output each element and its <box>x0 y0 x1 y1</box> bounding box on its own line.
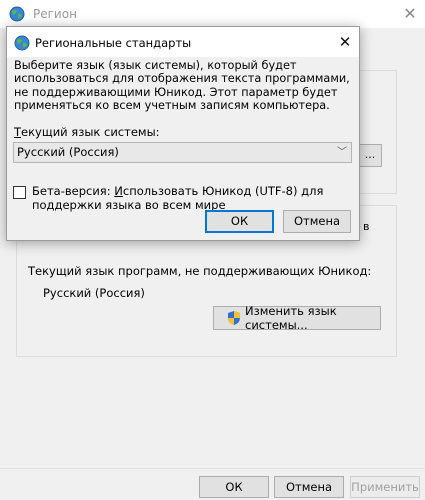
dialog-description: Выберите язык (язык системы), который бу… <box>14 59 350 113</box>
utf8-beta-label-part1: Бета-версия: <box>32 184 115 198</box>
dialog-title: Региональные стандарты <box>35 36 192 50</box>
region-window-close-icon[interactable]: ✕ <box>396 2 424 26</box>
uac-shield-icon <box>228 311 240 325</box>
globe-icon <box>9 6 25 22</box>
region-footer-divider <box>0 468 425 469</box>
chevron-down-icon: ﹀ <box>337 147 347 158</box>
regional-settings-dialog: Региональные стандарты ✕ Выберите язык (… <box>6 26 360 241</box>
dialog-titlebar: Региональные стандарты ✕ <box>7 27 359 57</box>
globe-icon <box>14 35 30 51</box>
region-window-titlebar: Регион ✕ <box>0 0 425 28</box>
system-locale-label-text: екущий язык системы: <box>21 125 160 139</box>
change-system-locale-button[interactable]: Изменить язык системы... <box>213 304 381 332</box>
dialog-cancel-button[interactable]: Отмена <box>283 210 351 233</box>
system-locale-selected-value: Русский (Россия) <box>17 145 119 159</box>
region-cancel-button[interactable]: Отмена <box>274 476 344 498</box>
utf8-beta-checkbox[interactable] <box>13 186 26 199</box>
region-apply-button[interactable]: Применить <box>350 476 420 498</box>
region-panel-partial-text: в <box>363 220 370 233</box>
change-system-locale-label: Изменить язык системы... <box>245 304 337 332</box>
dialog-ok-button[interactable]: ОК <box>205 210 274 233</box>
system-locale-label-accesskey: Т <box>14 125 22 139</box>
current-non-unicode-language-label: Текущий язык программ, не поддерживающих… <box>28 264 372 278</box>
dialog-close-icon[interactable]: ✕ <box>334 31 356 53</box>
system-locale-label: Текущий язык системы: <box>14 125 160 139</box>
utf8-beta-label-accesskey: И <box>114 184 123 198</box>
region-ok-button[interactable]: ОК <box>199 476 269 498</box>
utf8-beta-label[interactable]: Бета-версия: Использовать Юникод (UTF-8)… <box>32 184 352 212</box>
region-window-title: Регион <box>33 7 77 21</box>
system-locale-dropdown[interactable]: Русский (Россия) ﹀ <box>13 142 352 163</box>
current-non-unicode-language-value: Русский (Россия) <box>43 286 145 300</box>
region-top-panel-button[interactable]: ... <box>358 144 382 167</box>
